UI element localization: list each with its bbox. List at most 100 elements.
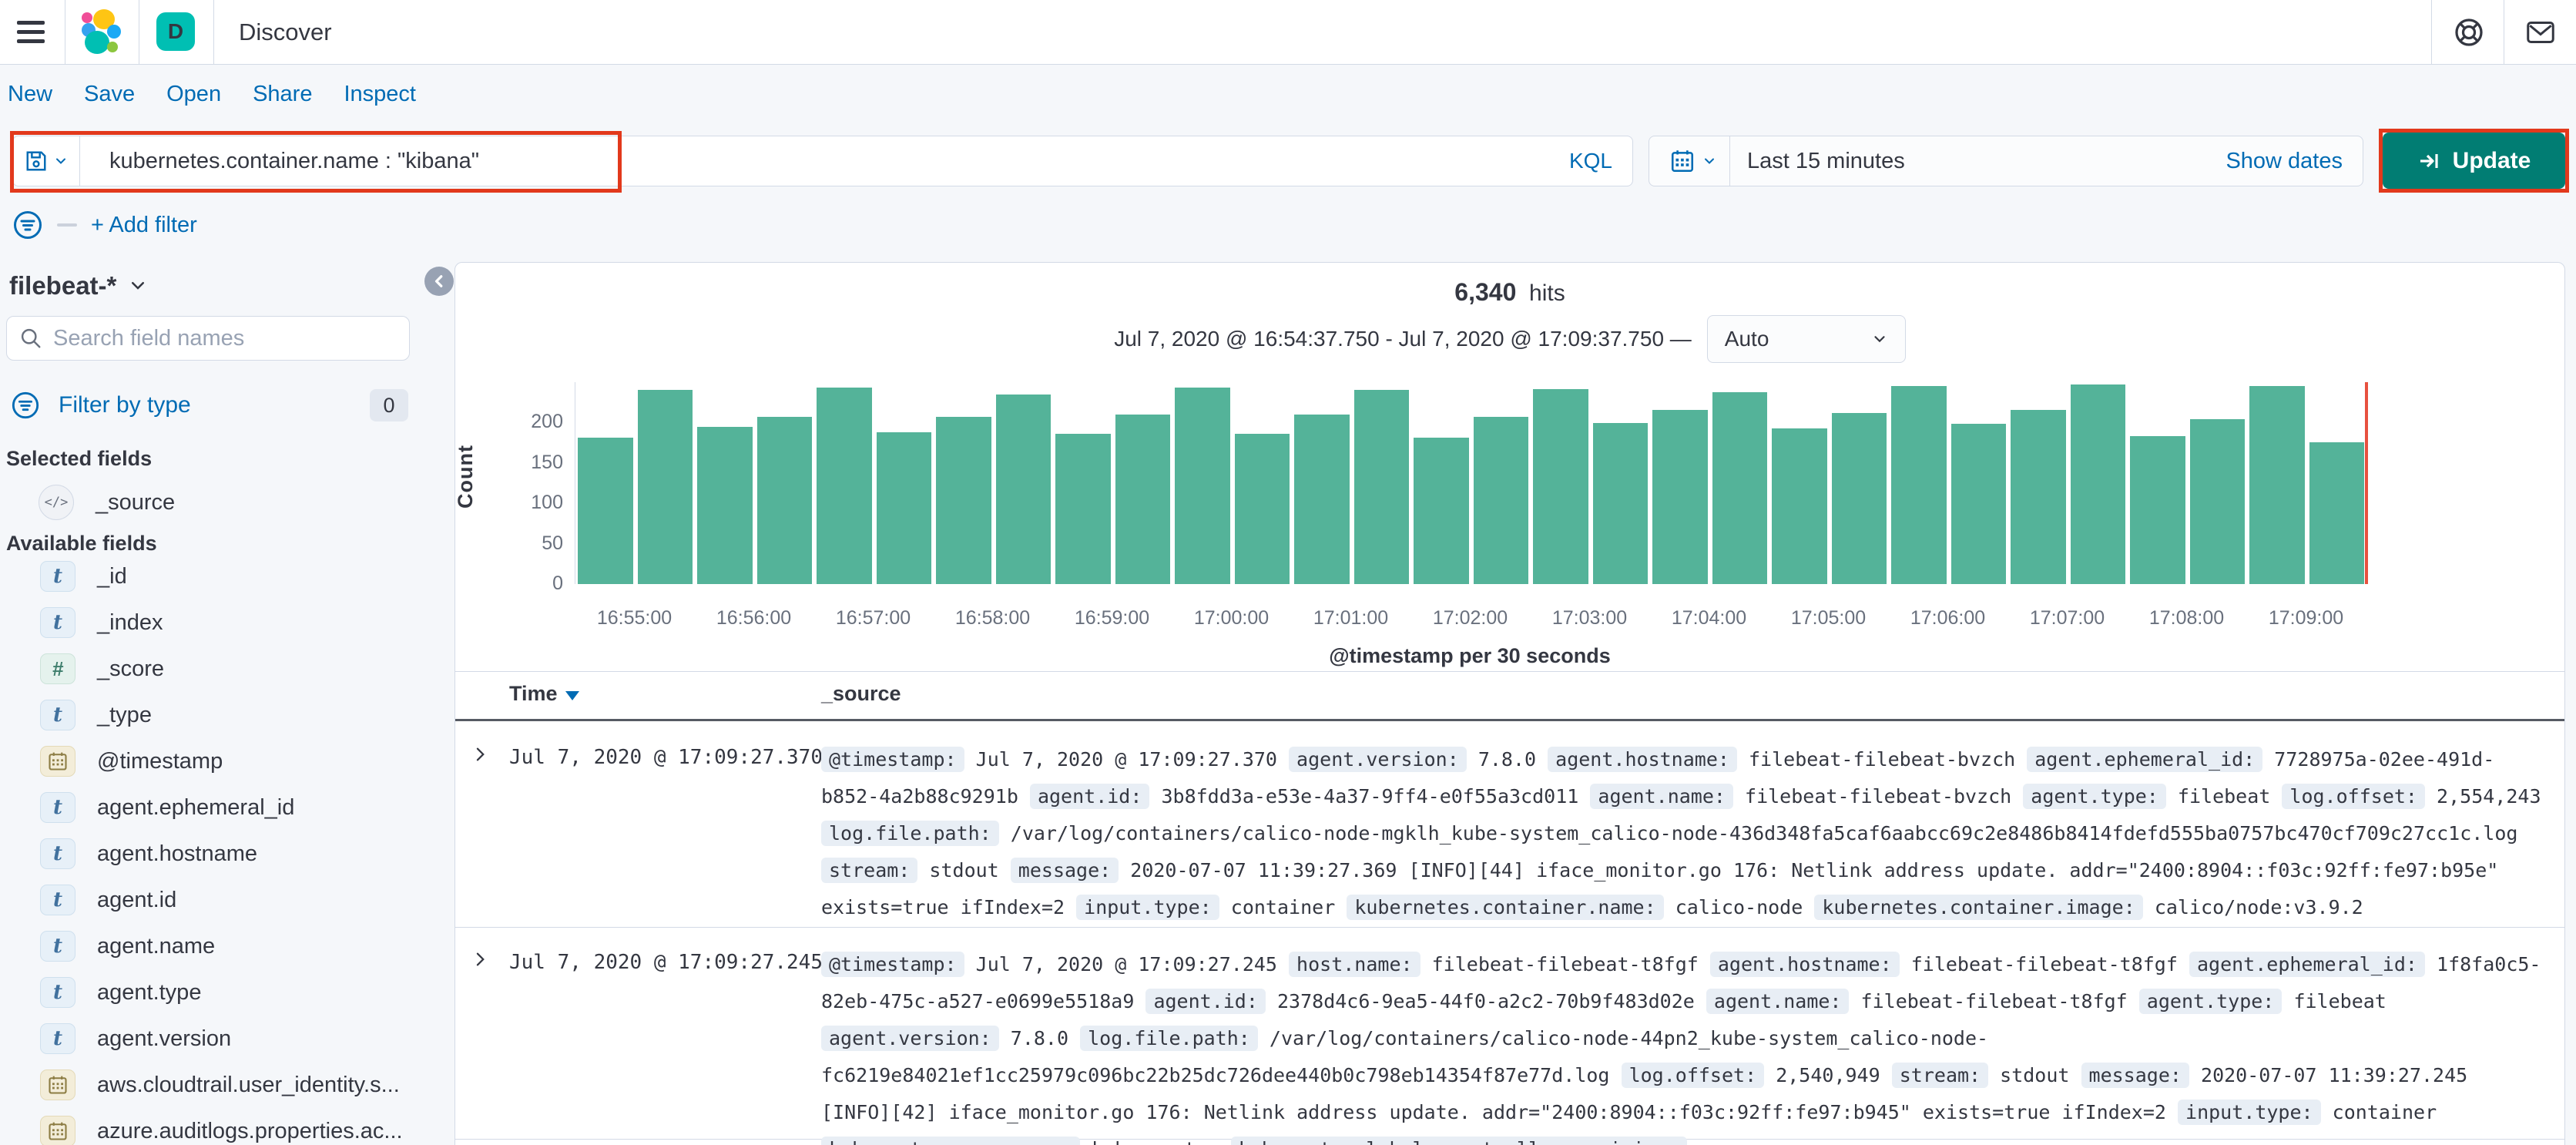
histogram-bar[interactable] (2011, 410, 2066, 584)
x-tick-label: 17:09:00 (2268, 607, 2344, 629)
add-filter-button[interactable]: + Add filter (91, 213, 197, 238)
field-type-text-icon: t (40, 838, 75, 869)
x-tick-label: 16:56:00 (716, 607, 792, 629)
new-button[interactable]: New (8, 82, 52, 107)
newsfeed-icon[interactable] (2525, 17, 2556, 48)
histogram-bar[interactable] (936, 417, 991, 584)
interval-select[interactable]: Auto (1706, 315, 1906, 363)
query-language-button[interactable]: KQL (1569, 149, 1612, 173)
field-item-agent.version[interactable]: t agent.version (0, 1019, 431, 1059)
x-tick-label: 17:05:00 (1790, 607, 1867, 629)
field-value: 7.8.0 (1478, 748, 1537, 771)
app-badge: D (156, 12, 195, 51)
expand-row-icon[interactable] (471, 949, 491, 969)
histogram-bar[interactable] (2189, 419, 2245, 584)
show-dates-button[interactable]: Show dates (2225, 149, 2343, 174)
field-item-@timestamp[interactable]: @timestamp (0, 741, 431, 781)
index-pattern-switcher[interactable]: filebeat-* (9, 271, 147, 301)
field-name: _type (97, 702, 152, 727)
histogram-bar[interactable] (1712, 392, 1767, 584)
histogram-bar[interactable] (1652, 410, 1708, 584)
doc-table-row: Jul 7, 2020 @ 17:09:27.370 @timestamp: Ju… (455, 723, 2564, 928)
histogram-bar[interactable] (1592, 423, 1648, 584)
histogram-bar[interactable] (1772, 428, 1827, 584)
histogram-bar[interactable] (2249, 386, 2305, 584)
filter-by-type-button[interactable]: Filter by type 0 (11, 384, 408, 427)
update-button[interactable]: Update (2383, 133, 2565, 189)
query-bar: kubernetes.container.name : "kibana" KQL (12, 136, 1633, 186)
hits-count: 6,340 hits (1454, 278, 1565, 306)
sort-desc-icon[interactable] (565, 691, 579, 700)
field-type-text-icon: t (40, 561, 75, 592)
histogram-bar[interactable] (637, 390, 693, 584)
histogram-bar[interactable] (1175, 388, 1230, 584)
expand-row-icon[interactable] (471, 744, 491, 764)
y-axis-label: Count (453, 445, 477, 509)
menu-icon[interactable] (17, 21, 45, 44)
field-name-highlight: kubernetes.container.name: (1347, 895, 1664, 920)
field-item-agent.type[interactable]: t agent.type (0, 972, 431, 1012)
histogram-bar[interactable] (1891, 386, 1947, 584)
histogram-bar[interactable] (876, 432, 931, 584)
field-type-text-icon: t (40, 1023, 75, 1054)
field-search-input[interactable]: Search field names (6, 316, 410, 361)
top-navbar: D Discover (0, 0, 2576, 65)
histogram-bar[interactable] (2130, 436, 2185, 584)
query-input[interactable]: kubernetes.container.name : "kibana" KQL (80, 136, 1633, 186)
field-item-azure.auditlogs.properties.ac...[interactable]: azure.auditlogs.properties.ac... (0, 1111, 431, 1145)
field-item-_index[interactable]: t _index (0, 603, 431, 643)
histogram-bar[interactable] (1115, 415, 1170, 584)
histogram-bar[interactable] (1473, 417, 1528, 584)
histogram-bar[interactable] (1234, 434, 1290, 584)
histogram-bar[interactable] (1533, 389, 1588, 584)
field-item-agent.id[interactable]: t agent.id (0, 880, 431, 920)
histogram-bar[interactable] (1055, 434, 1111, 584)
help-icon[interactable] (2454, 17, 2484, 48)
save-button[interactable]: Save (84, 82, 135, 107)
field-type-source-icon: </> (39, 485, 74, 520)
elastic-logo[interactable] (75, 8, 125, 57)
field-item-aws.cloudtrail.user_identity.s...[interactable]: aws.cloudtrail.user_identity.s... (0, 1065, 431, 1105)
field-item-_source[interactable]: </> _source (0, 482, 431, 522)
saved-query-menu-button[interactable] (12, 136, 80, 186)
field-item-agent.ephemeral_id[interactable]: t agent.ephemeral_id (0, 787, 431, 828)
histogram-bar[interactable] (2070, 384, 2125, 584)
histogram-bar[interactable] (817, 388, 872, 584)
field-value: container (2332, 1101, 2437, 1123)
column-header-time[interactable]: Time (509, 682, 579, 706)
field-item-agent.hostname[interactable]: t agent.hostname (0, 834, 431, 874)
field-name-highlight: @timestamp: (821, 952, 964, 977)
field-name-highlight: agent.name: (1590, 784, 1733, 809)
field-name-highlight: agent.name: (1706, 989, 1850, 1014)
open-button[interactable]: Open (166, 82, 221, 107)
current-time-marker (2365, 382, 2368, 584)
field-item-_score[interactable]: # _score (0, 649, 431, 689)
field-type-number-icon: # (40, 653, 75, 684)
field-name-highlight: input.type: (2178, 1100, 2321, 1125)
filter-icon[interactable] (12, 210, 43, 240)
filter-bar: + Add filter (12, 205, 197, 245)
histogram-bar[interactable] (2309, 442, 2364, 584)
histogram-bar[interactable] (578, 438, 633, 584)
field-item-_type[interactable]: t _type (0, 695, 431, 735)
field-item-agent.name[interactable]: t agent.name (0, 926, 431, 966)
field-type-text-icon: t (40, 792, 75, 823)
inspect-button[interactable]: Inspect (344, 82, 416, 107)
histogram-bar[interactable] (1414, 438, 1469, 584)
histogram-bar[interactable] (1294, 415, 1350, 584)
histogram-bar[interactable] (1950, 424, 2006, 584)
x-tick-label: 16:55:00 (596, 607, 673, 629)
date-picker[interactable]: Last 15 minutes Show dates (1649, 136, 2363, 186)
histogram-bar[interactable] (1831, 413, 1887, 584)
histogram-plot[interactable] (575, 382, 2368, 584)
field-name-highlight: agent.type: (2138, 989, 2283, 1014)
field-item-_id[interactable]: t _id (0, 556, 431, 596)
share-button[interactable]: Share (253, 82, 312, 107)
collapse-sidebar-button[interactable] (424, 267, 454, 296)
histogram-bar[interactable] (995, 395, 1051, 584)
field-type-text-icon: t (40, 977, 75, 1008)
histogram-bar[interactable] (756, 417, 812, 584)
histogram-bar[interactable] (1353, 390, 1409, 584)
histogram-bar[interactable] (697, 427, 753, 584)
field-name-highlight: stream: (821, 858, 918, 883)
